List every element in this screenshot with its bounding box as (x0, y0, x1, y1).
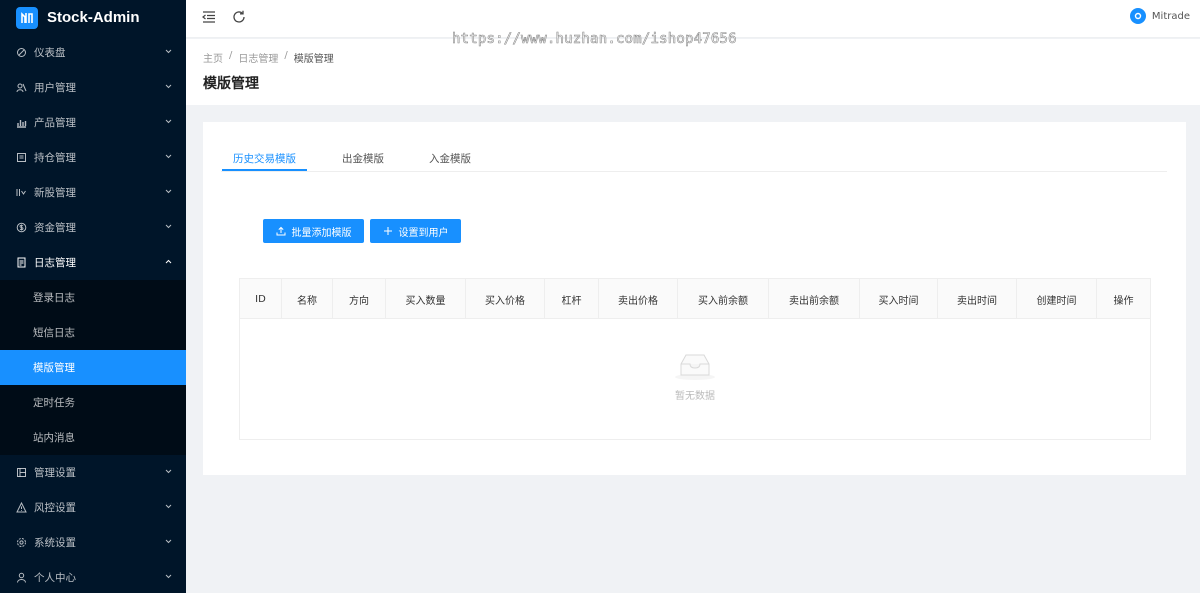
position-icon (16, 152, 27, 163)
sidebar-item-positions[interactable]: 持仓管理 (0, 140, 186, 175)
user-name: Mitrade (1151, 10, 1190, 22)
page-header: 主页 / 日志管理 / 模版管理 模版管理 (186, 39, 1200, 105)
chevron-down-icon (165, 84, 172, 89)
sidebar-item-site-messages[interactable]: 站内消息 (0, 420, 186, 455)
empty-state: 暂无数据 (240, 351, 1150, 402)
sidebar-item-label: 新股管理 (34, 187, 76, 199)
breadcrumb-current: 模版管理 (293, 54, 334, 65)
chevron-down-icon (165, 154, 172, 159)
settings-panel-icon (16, 467, 27, 478)
sidebar-item-users[interactable]: 用户管理 (0, 70, 186, 105)
watermark-text: https://www.huzhan.com/ishop47656 (452, 31, 737, 48)
batch-add-label: 批量添加模版 (291, 227, 352, 239)
logo-icon (16, 6, 38, 29)
chevron-down-icon (165, 49, 172, 54)
chevron-down-icon (165, 224, 172, 229)
column-header-sell-time: 卖出时间 (938, 279, 1017, 319)
sidebar-item-label: 管理设置 (34, 467, 76, 479)
refresh-icon[interactable] (231, 9, 247, 25)
warning-icon (16, 502, 27, 513)
column-header-sell-price: 卖出价格 (599, 279, 678, 319)
plus-icon (383, 227, 392, 235)
user-menu[interactable]: Mitrade (1129, 8, 1190, 24)
chevron-down-icon (165, 189, 172, 194)
sidebar-item-label: 资金管理 (34, 222, 76, 234)
assign-user-label: 设置到用户 (398, 227, 449, 239)
tab-active-indicator (222, 169, 307, 171)
column-header-actions: 操作 (1113, 295, 1134, 307)
sidebar-item-label: 仪表盘 (34, 47, 66, 59)
sidebar-item-admin-settings[interactable]: 管理设置 (0, 455, 186, 490)
sidebar-item-profile[interactable]: 个人中心 (0, 560, 186, 593)
bar-chart-icon (16, 117, 27, 128)
chevron-down-icon (165, 574, 172, 579)
column-header-buy-time: 买入时间 (860, 279, 938, 319)
assign-user-button[interactable]: 设置到用户 (370, 219, 461, 243)
sidebar-item-system-settings[interactable]: 系统设置 (0, 525, 186, 560)
sidebar-item-label: 风控设置 (34, 502, 76, 514)
app-title: Stock-Admin (47, 9, 140, 26)
breadcrumb-separator: / (284, 50, 288, 61)
chevron-down-icon (165, 119, 172, 124)
sidebar-item-label: 个人中心 (34, 572, 76, 584)
column-header-leverage: 杠杆 (545, 279, 599, 319)
sidebar-item-label: 用户管理 (34, 82, 76, 94)
user-icon (16, 572, 27, 583)
ipo-icon (16, 187, 27, 198)
empty-text: 暂无数据 (675, 391, 715, 402)
column-header-balance-before-sell: 卖出前余额 (769, 279, 860, 319)
avatar (1129, 8, 1146, 24)
sidebar-item-logs[interactable]: 日志管理 (0, 245, 186, 280)
breadcrumb: 主页 / 日志管理 / 模版管理 (203, 50, 1200, 65)
sidebar-item-templates[interactable]: 模版管理 (0, 350, 186, 385)
sidebar-item-ipo[interactable]: 新股管理 (0, 175, 186, 210)
log-icon (16, 257, 27, 268)
breadcrumb-home[interactable]: 主页 (203, 50, 223, 65)
sidebar-item-label: 产品管理 (34, 117, 76, 129)
column-header-buy-qty: 买入数量 (386, 279, 466, 319)
sidebar-item-funds[interactable]: 资金管理 (0, 210, 186, 245)
batch-add-button[interactable]: 批量添加模版 (263, 219, 364, 243)
upload-icon (276, 226, 285, 236)
column-header-buy-price: 买入价格 (466, 279, 545, 319)
tab-deposit[interactable]: 入金模版 (429, 151, 471, 166)
sidebar-item-sms-log[interactable]: 短信日志 (0, 315, 186, 350)
users-icon (16, 82, 27, 93)
logo[interactable]: Stock-Admin (0, 0, 186, 35)
content-card: 历史交易模版 出金模版 入金模版 批量添加模版 设置到用户 ID 名称 方向 买… (203, 122, 1186, 475)
gear-icon (16, 537, 27, 548)
sidebar-item-dashboard[interactable]: 仪表盘 (0, 35, 186, 70)
breadcrumb-logs[interactable]: 日志管理 (238, 50, 278, 65)
sidebar-item-risk-settings[interactable]: 风控设置 (0, 490, 186, 525)
column-header-name: 名称 (282, 279, 333, 319)
template-tabs: 历史交易模版 出金模版 入金模版 (221, 145, 1167, 172)
chevron-down-icon (165, 539, 172, 544)
sidebar-item-login-log[interactable]: 登录日志 (0, 280, 186, 315)
sidebar-item-label: 日志管理 (34, 257, 76, 269)
dashboard-icon (16, 47, 27, 58)
chevron-up-icon (165, 259, 172, 264)
sidebar-item-scheduled-tasks[interactable]: 定时任务 (0, 385, 186, 420)
empty-inbox-icon (675, 354, 715, 380)
sidebar-item-products[interactable]: 产品管理 (0, 105, 186, 140)
logs-submenu: 登录日志 短信日志 模版管理 定时任务 站内消息 (0, 280, 186, 455)
chevron-down-icon (165, 469, 172, 474)
sidebar-item-label: 系统设置 (34, 537, 76, 549)
column-header-balance-before-buy: 买入前余额 (678, 279, 769, 319)
template-table: ID 名称 方向 买入数量 买入价格 杠杆 卖出价格 买入前余额 卖出前余额 买… (239, 278, 1151, 440)
chevron-down-icon (165, 504, 172, 509)
tab-history-trade[interactable]: 历史交易模版 (233, 151, 296, 166)
breadcrumb-separator: / (229, 50, 233, 61)
sidebar: Stock-Admin 仪表盘 用户管理 产品管理 持仓管理 新股管理 资金管理… (0, 0, 186, 593)
column-header-direction: 方向 (333, 279, 386, 319)
table-header: ID 名称 方向 买入数量 买入价格 杠杆 卖出价格 买入前余额 卖出前余额 买… (240, 279, 1150, 319)
column-header-id: ID (240, 279, 282, 319)
tab-withdraw[interactable]: 出金模版 (342, 151, 384, 166)
dollar-icon (16, 222, 27, 233)
menu-fold-icon[interactable] (201, 9, 217, 25)
page-title: 模版管理 (203, 76, 259, 92)
column-header-created-time: 创建时间 (1017, 279, 1097, 319)
sidebar-item-label: 持仓管理 (34, 152, 76, 164)
